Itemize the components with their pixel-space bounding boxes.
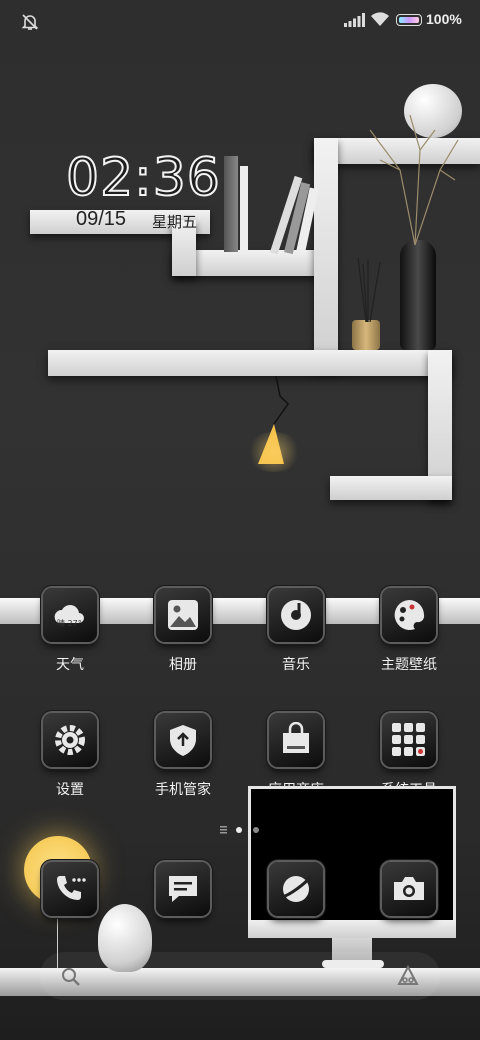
diffuser-icon bbox=[352, 320, 380, 350]
app-weather[interactable]: 晴 27° 天气 bbox=[20, 588, 120, 674]
messages-icon bbox=[156, 862, 210, 916]
security-icon bbox=[156, 713, 210, 767]
search-icon[interactable] bbox=[60, 966, 82, 988]
phone-icon bbox=[43, 862, 97, 916]
search-bar[interactable] bbox=[40, 952, 440, 1000]
gallery-icon bbox=[156, 588, 210, 642]
dock-messages[interactable] bbox=[133, 862, 233, 916]
lamp-glow bbox=[246, 432, 302, 472]
shelf-bottom-right bbox=[330, 476, 452, 500]
app-label: 设置 bbox=[56, 782, 84, 798]
app-label: 音乐 bbox=[282, 657, 310, 673]
settings-icon bbox=[43, 713, 97, 767]
app-settings[interactable]: 设置 bbox=[20, 713, 120, 799]
app-store-icon bbox=[269, 713, 323, 767]
home-indicator-lines-icon bbox=[220, 826, 227, 834]
app-themes[interactable]: 主题壁纸 bbox=[359, 588, 459, 674]
app-label: 相册 bbox=[169, 657, 197, 673]
app-label: 天气 bbox=[56, 657, 84, 673]
book-icon bbox=[224, 156, 238, 252]
weather-mini-text: 晴 27° bbox=[57, 619, 82, 628]
shelf-main bbox=[48, 350, 452, 376]
app-music[interactable]: 音乐 bbox=[246, 588, 346, 674]
shelf-column bbox=[314, 138, 338, 370]
monitor-bezel bbox=[248, 920, 456, 938]
dock-camera[interactable] bbox=[359, 862, 459, 916]
clock-time[interactable]: 02:36 bbox=[65, 147, 221, 209]
weather-icon: 晴 27° bbox=[43, 588, 97, 642]
dock-phone[interactable] bbox=[20, 862, 120, 916]
tall-vase-icon bbox=[400, 240, 436, 350]
page-dot bbox=[253, 827, 259, 833]
music-icon bbox=[269, 588, 323, 642]
page-indicator[interactable] bbox=[218, 824, 264, 836]
app-label: 手机管家 bbox=[155, 782, 211, 798]
book-icon bbox=[240, 166, 248, 252]
dock-browser[interactable] bbox=[246, 862, 346, 916]
theme-icon bbox=[382, 588, 436, 642]
browser-icon bbox=[269, 862, 323, 916]
app-gallery[interactable]: 相册 bbox=[133, 588, 233, 674]
app-label: 主题壁纸 bbox=[381, 657, 437, 673]
assistant-icon[interactable] bbox=[396, 964, 420, 988]
clock-date: 09/15 bbox=[76, 208, 127, 230]
wallpaper-decoration: 02:36 09/15 星期五 bbox=[0, 0, 480, 560]
page-dot-active bbox=[236, 827, 242, 833]
camera-icon bbox=[382, 862, 436, 916]
diffuser-sticks-icon bbox=[357, 258, 381, 322]
app-phone-manager[interactable]: 手机管家 bbox=[133, 713, 233, 799]
branches-icon bbox=[369, 114, 459, 246]
clock-weekday: 星期五 bbox=[152, 213, 198, 231]
tools-folder-icon bbox=[382, 713, 436, 767]
